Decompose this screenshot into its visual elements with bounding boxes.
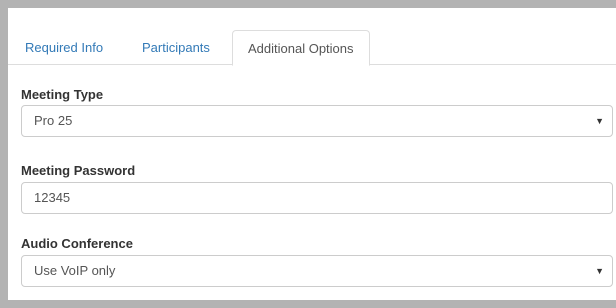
meeting-password-label: Meeting Password: [21, 163, 136, 178]
tab-additional-options[interactable]: Additional Options: [232, 30, 370, 66]
meeting-password-value: 12345: [34, 190, 71, 205]
meeting-password-input[interactable]: 12345: [21, 182, 613, 214]
audio-conference-value: Use VoIP only: [34, 263, 116, 278]
meeting-options-panel: Required Info Participants Additional Op…: [8, 8, 616, 300]
tab-bar: Required Info Participants Additional Op…: [8, 8, 616, 66]
chevron-down-icon: ▼: [595, 266, 604, 276]
meeting-type-select[interactable]: Pro 25 ▼: [21, 105, 613, 137]
tab-participants[interactable]: Participants: [142, 30, 210, 65]
chevron-down-icon: ▼: [595, 116, 604, 126]
audio-conference-select[interactable]: Use VoIP only ▼: [21, 255, 613, 287]
audio-conference-label: Audio Conference: [21, 236, 133, 251]
tab-required-info[interactable]: Required Info: [25, 30, 103, 65]
meeting-type-label: Meeting Type: [21, 87, 104, 102]
meeting-type-value: Pro 25: [34, 113, 73, 128]
